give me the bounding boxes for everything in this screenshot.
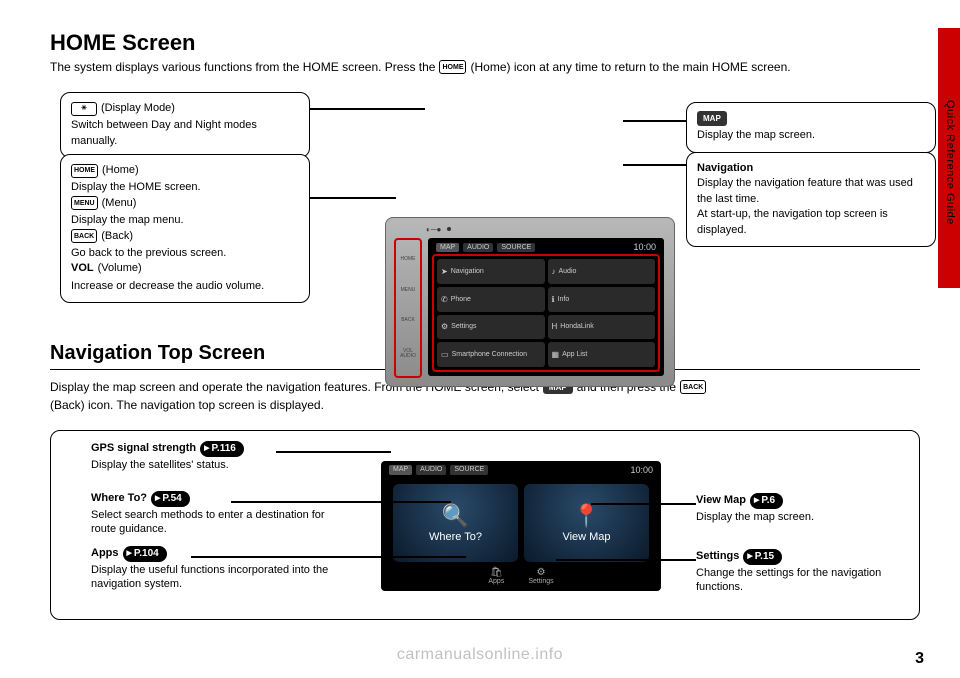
leader-line — [623, 120, 686, 122]
tile-hondalink[interactable]: HHondaLink — [548, 315, 656, 340]
nav-icon: ➤ — [441, 267, 448, 276]
leader-line — [276, 451, 391, 453]
menu-icon: MENU — [71, 196, 98, 210]
back-icon: BACK — [680, 380, 706, 394]
apps-icon: 🛍 — [490, 567, 503, 578]
section1-subtitle: The system displays various functions fr… — [50, 60, 920, 74]
leader-line — [556, 559, 696, 561]
pin-icon: 📍 — [573, 503, 600, 529]
display-mode-text: Switch between Day and Night modes manua… — [71, 118, 299, 149]
leader-line — [310, 108, 425, 110]
page-ref: P.54 — [151, 491, 190, 507]
page-number: 3 — [915, 650, 924, 668]
callout-side-buttons: HOME(Home) Display the HOME screen. MENU… — [60, 154, 310, 303]
map-icon: MAP — [697, 111, 727, 126]
tile-info[interactable]: ℹInfo — [548, 287, 656, 312]
hondalink-icon: H — [552, 322, 558, 331]
settings-icon: ⚙ — [441, 322, 448, 331]
tile-audio[interactable]: ♪Audio — [548, 259, 656, 284]
tab-map[interactable]: MAP — [436, 243, 459, 252]
label-apps: AppsP.104 Display the useful functions i… — [91, 546, 351, 592]
bottom-apps[interactable]: 🛍Apps — [488, 567, 504, 585]
tab-audio[interactable]: AUDIO — [463, 243, 493, 252]
display-mode-icon: ☀ — [71, 102, 97, 116]
nav-top-device: MAP AUDIO SOURCE 10:00 🔍 Where To? 📍 Vie… — [381, 461, 661, 591]
subtitle-text-a: The system displays various functions fr… — [50, 60, 435, 74]
nav-top-box: MAP AUDIO SOURCE 10:00 🔍 Where To? 📍 Vie… — [50, 430, 920, 620]
tile-phone[interactable]: ✆Phone — [437, 287, 545, 312]
home-screen-device: ◐─● HOME MENU BACK VOL AUDIO MAP AUDIO S… — [385, 217, 675, 387]
leader-line — [310, 197, 396, 199]
tile-applist[interactable]: ▦App List — [548, 342, 656, 367]
tile-navigation[interactable]: ➤Navigation — [437, 259, 545, 284]
home-tiles: ➤Navigation ♪Audio ✆Phone ℹInfo ⚙Setting… — [432, 254, 660, 372]
home-icon: HOME — [439, 60, 466, 74]
tile-where-to[interactable]: 🔍 Where To? — [393, 484, 518, 562]
settings-icon: ⚙ — [536, 567, 545, 578]
info-icon: ℹ — [552, 295, 555, 304]
subtitle-text-b: (Home) icon at any time to return to the… — [470, 60, 790, 74]
side-menu-button[interactable]: MENU — [401, 288, 416, 293]
section1-title: HOME Screen — [50, 30, 920, 56]
back-icon: BACK — [71, 229, 97, 243]
label-where-to: Where To?P.54 Select search methods to e… — [91, 491, 351, 537]
smartphone-icon: ▭ — [441, 350, 449, 359]
tile-settings[interactable]: ⚙Settings — [437, 315, 545, 340]
device-side-buttons: HOME MENU BACK VOL AUDIO — [394, 238, 422, 378]
tile-smartphone[interactable]: ▭Smartphone Connection — [437, 342, 545, 367]
tile-view-map[interactable]: 📍 View Map — [524, 484, 649, 562]
page-ref: P.6 — [750, 493, 783, 509]
tab-source[interactable]: SOURCE — [450, 465, 488, 475]
leader-line — [623, 164, 686, 166]
label-view-map: View MapP.6 Display the map screen. — [696, 493, 814, 524]
clock: 10:00 — [630, 465, 653, 475]
callout-map: MAP Display the map screen. — [686, 102, 936, 153]
callout-navigation: Navigation Display the navigation featur… — [686, 152, 936, 247]
brightness-icon: ◐─● — [426, 225, 441, 234]
applist-icon: ▦ — [552, 350, 560, 359]
tab-source[interactable]: SOURCE — [497, 243, 535, 252]
label-settings: SettingsP.15 Change the settings for the… — [696, 549, 906, 595]
home-icon: HOME — [71, 164, 98, 178]
leader-line — [591, 503, 696, 505]
audio-icon: ♪ — [552, 267, 556, 276]
watermark: carmanualsonline.info — [0, 646, 960, 664]
tab-audio[interactable]: AUDIO — [416, 465, 446, 475]
side-vol-button[interactable]: VOL AUDIO — [396, 349, 420, 359]
display-mode-label: (Display Mode) — [101, 101, 175, 116]
page-ref: P.116 — [200, 441, 244, 457]
side-home-button[interactable]: HOME — [401, 257, 416, 262]
label-gps: GPS signal strengthP.116 Display the sat… — [91, 441, 244, 472]
page-ref: P.104 — [123, 546, 167, 562]
bottom-settings[interactable]: ⚙Settings — [528, 567, 553, 585]
phone-icon: ✆ — [441, 295, 448, 304]
clock: 10:00 — [633, 242, 656, 252]
side-back-button[interactable]: BACK — [401, 318, 415, 323]
search-icon: 🔍 — [442, 503, 469, 529]
dot-icon — [447, 227, 451, 231]
tab-map[interactable]: MAP — [389, 465, 412, 475]
page-ref: P.15 — [743, 549, 782, 565]
side-tab-label: Quick Reference Guide — [944, 100, 956, 225]
callout-display-mode: ☀ (Display Mode) Switch between Day and … — [60, 92, 310, 158]
